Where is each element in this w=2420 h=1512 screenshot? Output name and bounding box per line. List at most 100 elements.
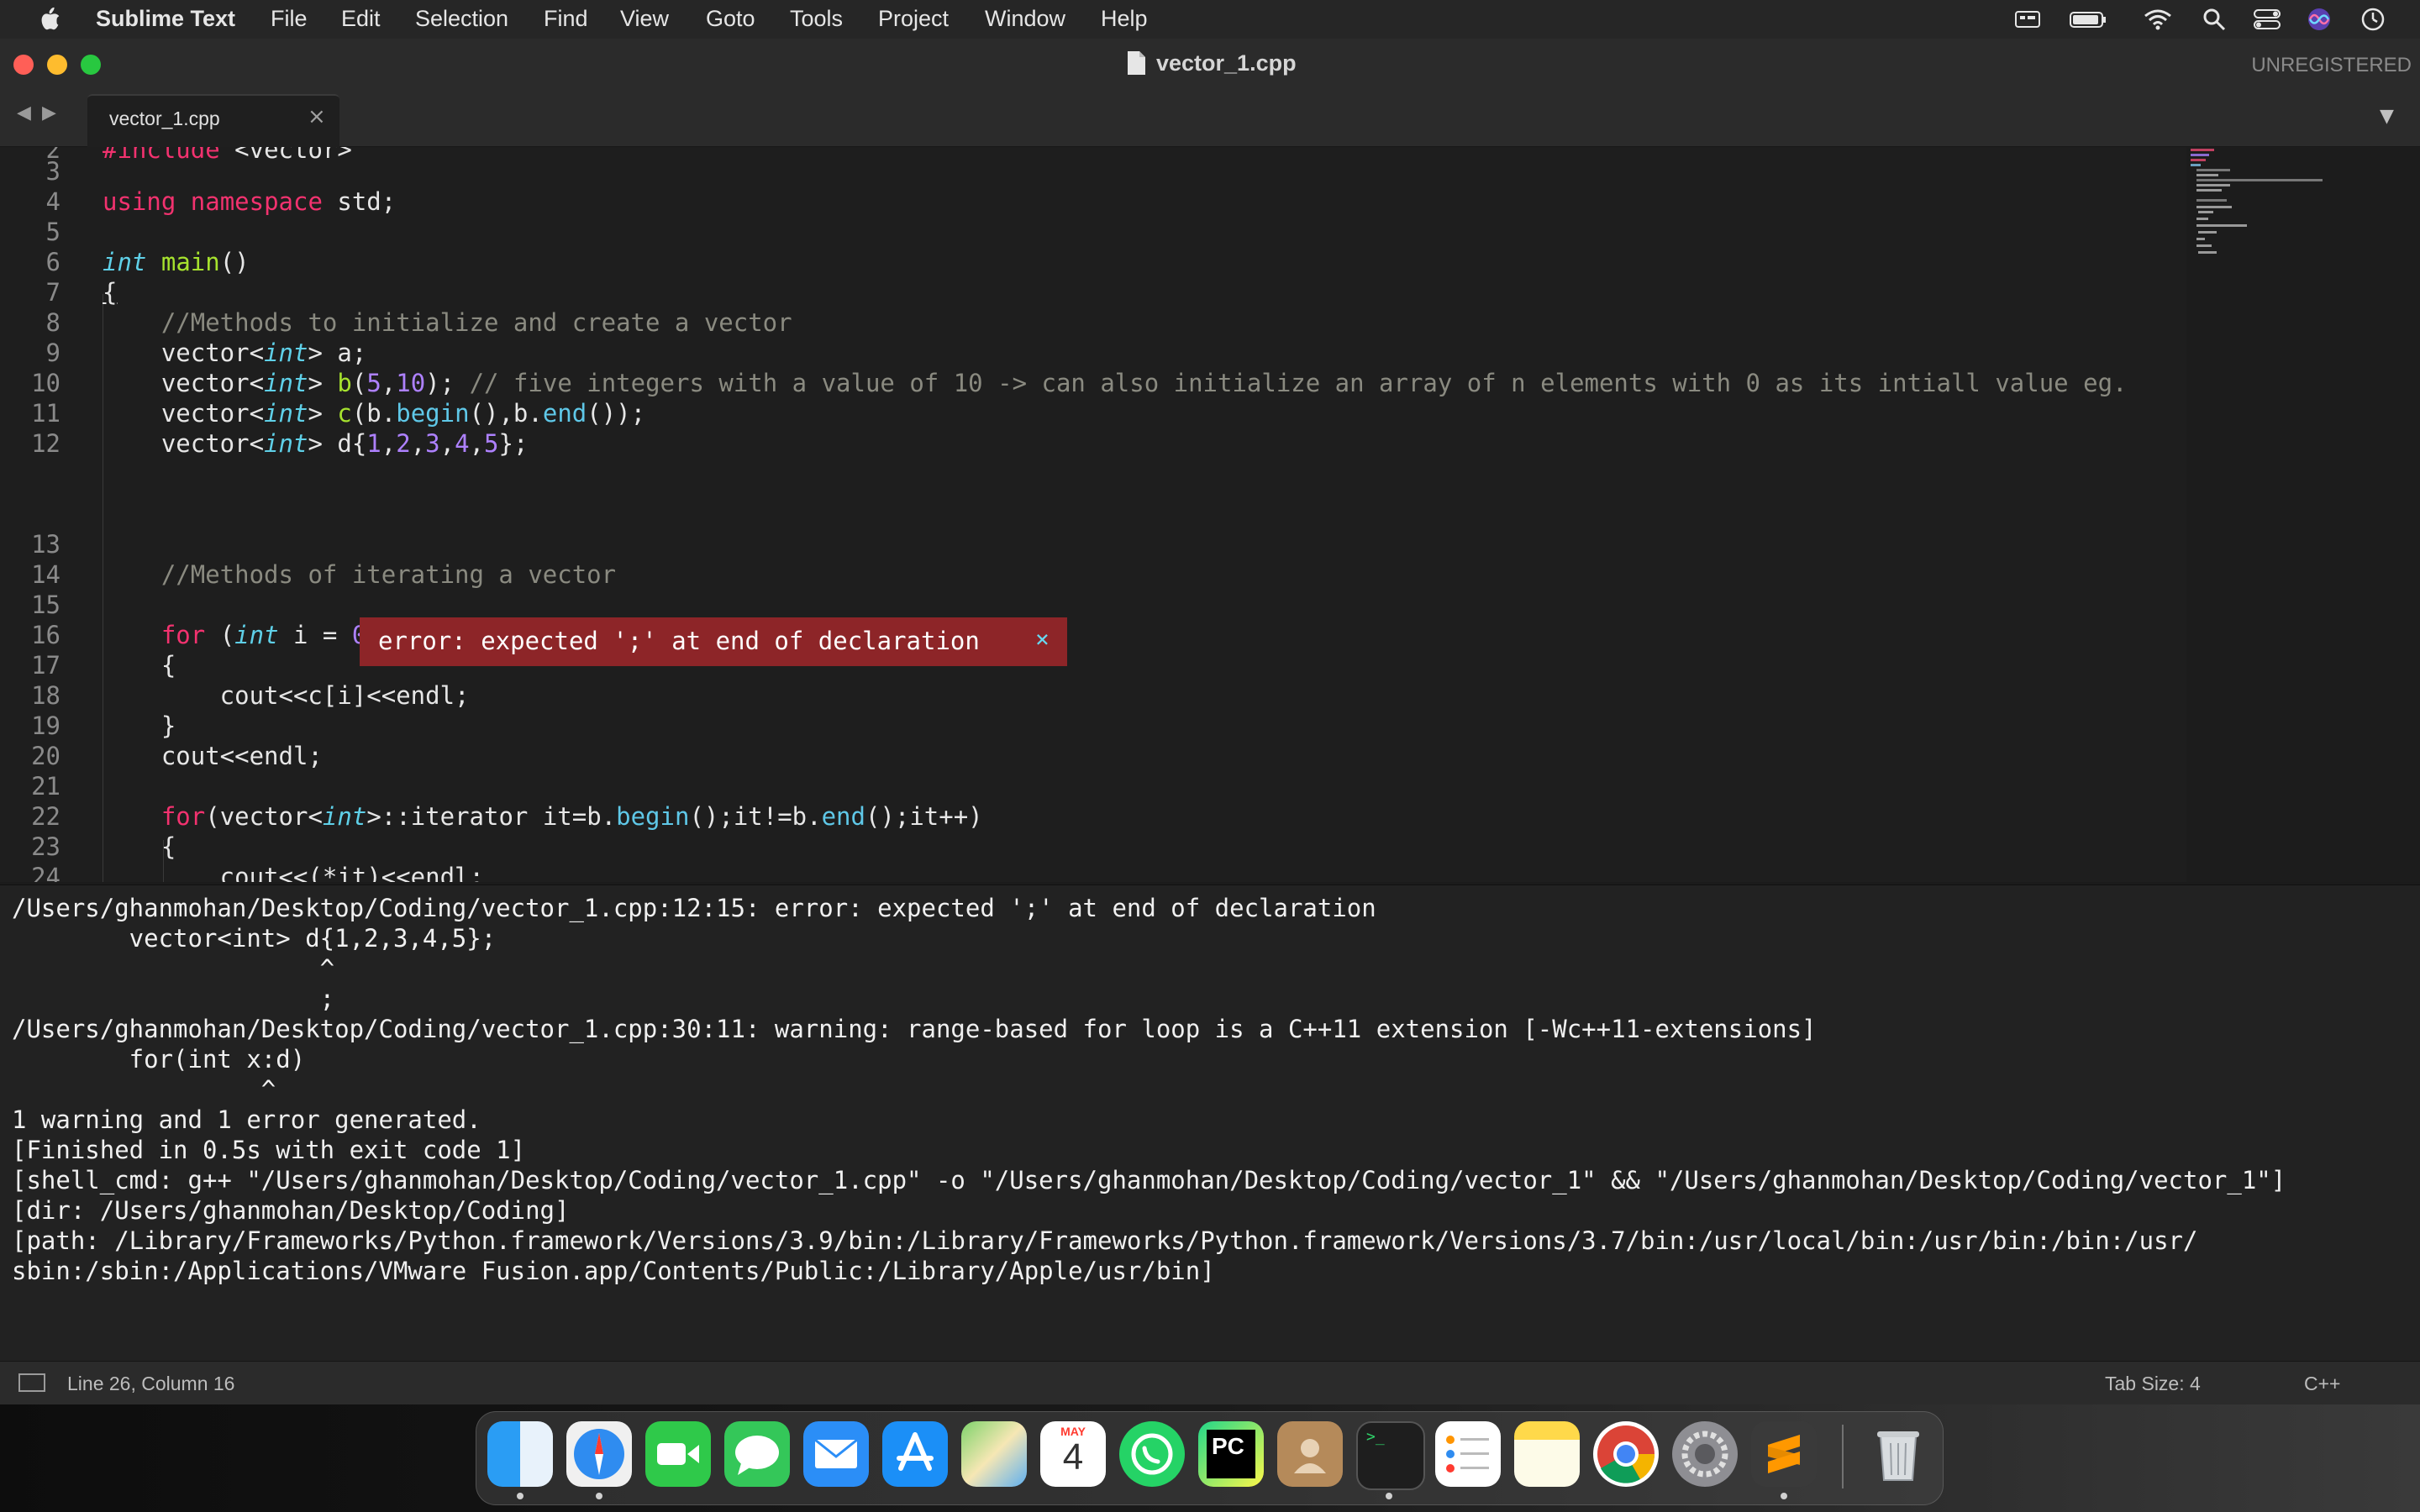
tab-list-dropdown-icon[interactable]: ▼ bbox=[2380, 106, 2394, 127]
output-line: ^ bbox=[12, 1075, 276, 1104]
pycharm-icon[interactable]: PC bbox=[1198, 1421, 1264, 1487]
code-line: 6 int main() bbox=[45, 248, 250, 276]
close-window-button[interactable] bbox=[13, 55, 34, 75]
messages-icon[interactable] bbox=[724, 1421, 790, 1487]
tab-close-icon[interactable]: × bbox=[308, 104, 326, 129]
control-center-icon[interactable] bbox=[2252, 7, 2282, 32]
menu-goto[interactable]: Goto bbox=[706, 6, 755, 32]
menu-file[interactable]: File bbox=[271, 6, 308, 32]
code-line: 17 { bbox=[31, 651, 176, 680]
code-line: 8 //Methods to initialize and create a v… bbox=[45, 308, 792, 337]
inline-error-message: error: expected ';' at end of declaratio… bbox=[378, 627, 980, 655]
running-indicator bbox=[1781, 1493, 1787, 1499]
code-line: 12 vector<int> d{1,2,3,4,5}; bbox=[31, 429, 529, 458]
menu-project[interactable]: Project bbox=[878, 6, 949, 32]
calendar-day: 4 bbox=[1062, 1436, 1084, 1478]
mail-icon[interactable] bbox=[803, 1421, 869, 1487]
menu-edit[interactable]: Edit bbox=[341, 6, 381, 32]
output-line: ; bbox=[12, 984, 335, 1013]
code-line: 13 bbox=[31, 530, 60, 559]
search-icon[interactable] bbox=[2202, 7, 2227, 32]
notes-icon[interactable] bbox=[1514, 1421, 1580, 1487]
clock-icon[interactable] bbox=[2360, 7, 2386, 32]
tab-forward-icon[interactable]: ▶ bbox=[42, 102, 56, 123]
reminders-icon[interactable] bbox=[1435, 1421, 1501, 1487]
unregistered-label: UNREGISTERED bbox=[2251, 54, 2412, 76]
whatsapp-icon[interactable] bbox=[1119, 1421, 1185, 1487]
code-line: 21 bbox=[31, 772, 60, 801]
code-line: 9 vector<int> a; bbox=[45, 339, 367, 367]
output-line: for(int x:d) bbox=[12, 1045, 306, 1074]
code-line: 5 bbox=[45, 218, 60, 246]
menu-help[interactable]: Help bbox=[1101, 6, 1148, 32]
dock-divider bbox=[1842, 1425, 1844, 1488]
tab-back-icon[interactable]: ◀ bbox=[17, 102, 31, 123]
menu-selection[interactable]: Selection bbox=[415, 6, 508, 32]
apple-icon[interactable] bbox=[37, 6, 62, 33]
code-line: 22 for(vector<int>::iterator it=b.begin(… bbox=[31, 802, 983, 831]
status-bar: Line 26, Column 16 Tab Size: 4 C++ bbox=[0, 1361, 2420, 1405]
running-indicator bbox=[517, 1493, 523, 1499]
code-line: 20 cout<<endl; bbox=[31, 742, 323, 770]
chrome-icon[interactable] bbox=[1593, 1421, 1659, 1487]
battery-icon[interactable] bbox=[2069, 7, 2107, 32]
code-line: 18 cout<<c[i]<<endl; bbox=[31, 681, 470, 710]
terminal-icon[interactable]: >_ bbox=[1356, 1421, 1425, 1490]
output-line: [dir: /Users/ghanmohan/Desktop/Coding] bbox=[12, 1196, 570, 1225]
wifi-icon[interactable] bbox=[2143, 7, 2173, 32]
panel-toggle-icon[interactable] bbox=[18, 1373, 45, 1392]
minimap-preview bbox=[2191, 149, 2323, 254]
system-preferences-icon[interactable] bbox=[1672, 1421, 1738, 1487]
output-line: [shell_cmd: g++ "/Users/ghanmohan/Deskto… bbox=[12, 1166, 2286, 1194]
output-line: sbin:/sbin:/Applications/VMware Fusion.a… bbox=[12, 1257, 1215, 1285]
siri-icon[interactable] bbox=[2306, 7, 2333, 32]
build-output-panel[interactable]: /Users/ghanmohan/Desktop/Coding/vector_1… bbox=[0, 885, 2420, 1362]
finder-icon[interactable] bbox=[487, 1421, 553, 1487]
minimap[interactable] bbox=[2186, 147, 2420, 882]
contacts-icon[interactable] bbox=[1277, 1421, 1343, 1487]
app-store-icon[interactable] bbox=[882, 1421, 948, 1487]
code-line: 14 //Methods of iterating a vector bbox=[31, 560, 617, 589]
document-icon bbox=[1128, 51, 1145, 75]
menu-app-name[interactable]: Sublime Text bbox=[96, 6, 235, 32]
output-line: /Users/ghanmohan/Desktop/Coding/vector_1… bbox=[12, 894, 1376, 922]
inline-error-popup: error: expected ';' at end of declaratio… bbox=[360, 617, 1067, 666]
menu-find[interactable]: Find bbox=[544, 6, 588, 32]
code-line: 11 vector<int> c(b.begin(),b.end()); bbox=[31, 399, 646, 428]
zoom-window-button[interactable] bbox=[81, 55, 101, 75]
output-line: [path: /Library/Frameworks/Python.framew… bbox=[12, 1226, 2198, 1255]
tab-size-selector[interactable]: Tab Size: 4 bbox=[2105, 1373, 2201, 1395]
code-line: 3 bbox=[45, 157, 60, 186]
output-line: /Users/ghanmohan/Desktop/Coding/vector_1… bbox=[12, 1015, 1817, 1043]
dismiss-error-icon[interactable]: × bbox=[1035, 625, 1050, 653]
menu-tools[interactable]: Tools bbox=[790, 6, 843, 32]
output-line: [Finished in 0.5s with exit code 1] bbox=[12, 1136, 526, 1164]
code-line: 16 for (int i = 0; i < c.size(); i++) bbox=[31, 621, 660, 649]
output-line: ^ bbox=[12, 954, 335, 983]
code-line: 7{ bbox=[45, 278, 118, 307]
running-indicator bbox=[1386, 1493, 1392, 1499]
tab-bar bbox=[0, 92, 2420, 147]
code-line: 23 { bbox=[31, 832, 176, 861]
window-title: vector_1.cpp bbox=[1156, 50, 1297, 76]
menu-view[interactable]: View bbox=[620, 6, 669, 32]
safari-icon[interactable] bbox=[566, 1421, 632, 1487]
cursor-position[interactable]: Line 26, Column 16 bbox=[67, 1373, 234, 1395]
calendar-icon[interactable]: MAY 4 bbox=[1040, 1421, 1106, 1487]
keyboard-input-icon[interactable] bbox=[2013, 7, 2042, 32]
running-indicator bbox=[596, 1493, 602, 1499]
menu-window[interactable]: Window bbox=[985, 6, 1065, 32]
code-line: 19 } bbox=[31, 711, 176, 740]
code-line: 4 using namespace std; bbox=[45, 187, 397, 216]
maps-icon[interactable] bbox=[961, 1421, 1027, 1487]
output-line: 1 warning and 1 error generated. bbox=[12, 1105, 481, 1134]
sublime-text-icon[interactable] bbox=[1751, 1421, 1817, 1487]
facetime-icon[interactable] bbox=[645, 1421, 711, 1487]
code-editor[interactable]: 2 #include <vector> 3 4 using namespace st… bbox=[0, 147, 2186, 882]
code-line-partial: 24 cout<<(*it)<<endl; bbox=[31, 863, 484, 882]
tab-label[interactable]: vector_1.cpp bbox=[109, 108, 220, 130]
syntax-selector[interactable]: C++ bbox=[2304, 1373, 2340, 1395]
trash-icon[interactable] bbox=[1865, 1421, 1931, 1487]
minimize-window-button[interactable] bbox=[47, 55, 67, 75]
menu-bar: Sublime Text File Edit Selection Find Vi… bbox=[0, 0, 2420, 39]
